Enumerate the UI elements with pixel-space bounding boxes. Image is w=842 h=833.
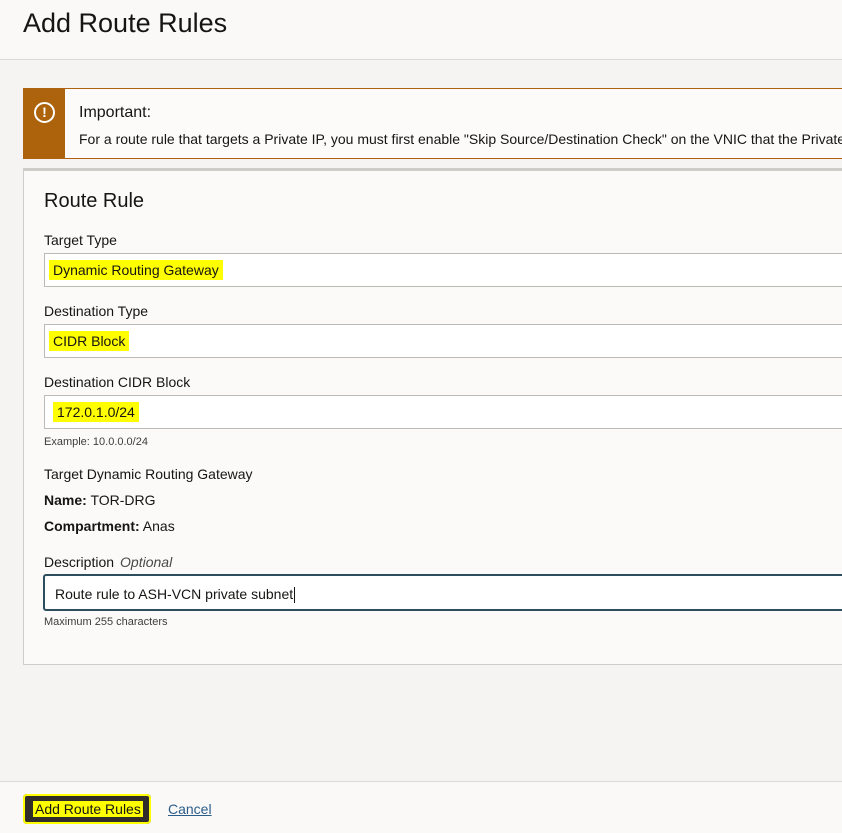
target-drg-label: Target Dynamic Routing Gateway <box>44 466 253 482</box>
description-value: Route rule to ASH-VCN private subnet <box>55 586 294 602</box>
drg-name-label: Name: <box>44 492 87 508</box>
drg-name-value: TOR-DRG <box>90 492 156 508</box>
alert-title: Important: <box>79 104 152 121</box>
description-label: Description Optional <box>44 554 172 570</box>
destination-type-value: CIDR Block <box>49 331 130 351</box>
destination-type-select[interactable]: CIDR Block <box>44 324 842 358</box>
alert-text: For a route rule that targets a Private … <box>79 131 842 147</box>
target-type-select[interactable]: Dynamic Routing Gateway <box>44 253 842 287</box>
add-route-rules-label: Add Route Rules <box>33 801 143 817</box>
warning-exclamation-icon: ! <box>34 102 55 123</box>
section-title: Route Rule <box>44 190 145 212</box>
description-label-text: Description <box>44 554 115 570</box>
destination-cidr-value: 172.0.1.0/24 <box>53 402 139 422</box>
description-help: Maximum 255 characters <box>44 616 168 628</box>
drg-name-line: Name: TOR-DRG <box>44 492 156 508</box>
target-type-label: Target Type <box>44 232 117 248</box>
destination-cidr-help: Example: 10.0.0.0/24 <box>44 436 148 448</box>
drg-compartment-value: Anas <box>142 518 175 534</box>
destination-cidr-label: Destination CIDR Block <box>44 374 191 390</box>
destination-cidr-input[interactable]: 172.0.1.0/24 <box>44 395 842 429</box>
optional-tag: Optional <box>120 554 173 570</box>
cancel-link[interactable]: Cancel <box>168 801 212 817</box>
drg-compartment-label: Compartment: <box>44 518 140 534</box>
important-alert: ! Important: For a route rule that targe… <box>23 88 842 159</box>
page-header: Add Route Rules <box>0 0 842 60</box>
alert-stripe: ! <box>24 89 65 158</box>
page-title: Add Route Rules <box>23 8 228 38</box>
add-route-rules-button[interactable]: Add Route Rules <box>23 794 151 824</box>
drg-compartment-line: Compartment: Anas <box>44 518 175 534</box>
description-input[interactable]: Route rule to ASH-VCN private subnet <box>43 574 842 611</box>
text-caret <box>294 587 296 604</box>
target-type-value: Dynamic Routing Gateway <box>49 260 223 280</box>
destination-type-label: Destination Type <box>44 303 149 319</box>
